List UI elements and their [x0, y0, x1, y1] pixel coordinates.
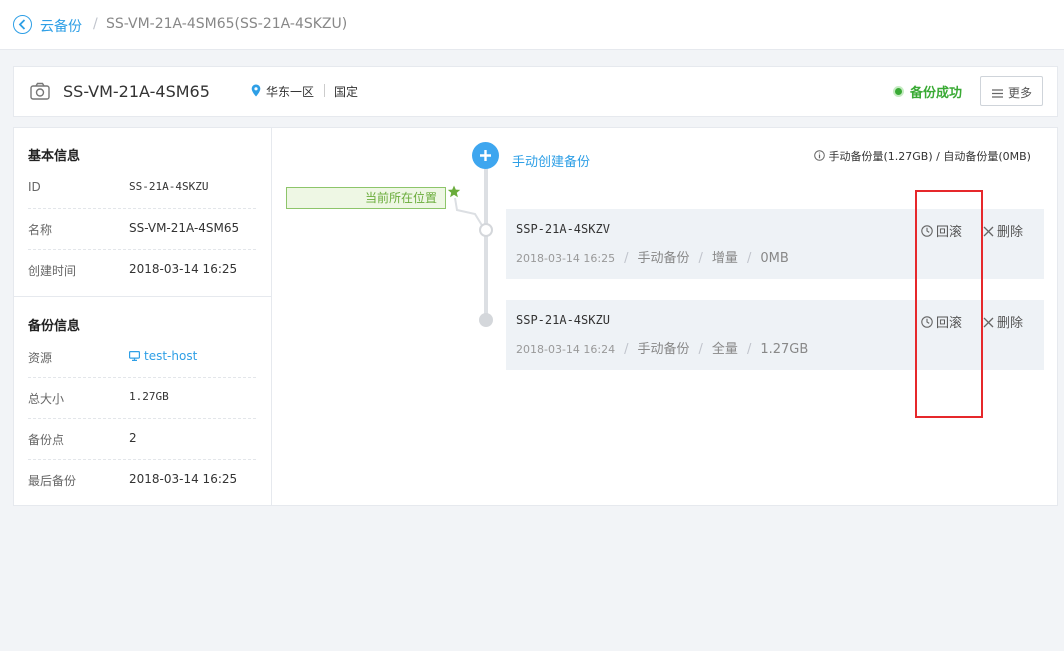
backup-mode: 手动备份 — [637, 342, 690, 357]
backup-meta: 2018-03-14 16:24/手动备份 / 全量/1.27GB — [516, 342, 809, 357]
delete-button[interactable]: 删除 — [983, 312, 1023, 331]
info-row-created: 创建时间 2018-03-14 16:25 — [28, 250, 256, 291]
current-position-tag: 当前所在位置 — [286, 187, 446, 209]
info-row-id: ID SS-21A-4SKZU — [28, 168, 256, 209]
info-value: SS-VM-21A-4SM65 — [129, 221, 240, 235]
info-sidebar: 基本信息 ID SS-21A-4SKZU 名称 SS-VM-21A-4SM65 … — [14, 128, 272, 505]
top-bar: 云备份 / SS-VM-21A-4SM65(SS-21A-4SKZU) — [0, 0, 1064, 50]
backup-size: 1.27GB — [760, 342, 809, 357]
info-row-last-backup: 最后备份 2018-03-14 16:25 — [28, 460, 256, 501]
status-dot-icon — [893, 86, 904, 97]
backup-name: SSP-21A-4SKZU — [516, 313, 610, 327]
location-pin-icon — [251, 84, 261, 100]
info-value: 2018-03-14 16:25 — [129, 472, 238, 486]
resource-link[interactable]: test-host — [129, 349, 197, 364]
info-value: 2 — [129, 431, 137, 445]
info-key: ID — [28, 180, 41, 194]
more-button-label: 更多 — [1008, 86, 1033, 100]
backup-meta: 2018-03-14 16:25/手动备份 / 增量/0MB — [516, 251, 789, 266]
info-row-backup-points: 备份点 2 — [28, 419, 256, 460]
info-key: 名称 — [28, 223, 53, 237]
breadcrumb-cloud-backup[interactable]: 云备份 — [40, 16, 82, 36]
info-icon — [814, 150, 825, 164]
info-row-name: 名称 SS-VM-21A-4SM65 — [28, 209, 256, 250]
backup-mode: 手动备份 — [637, 251, 690, 266]
plus-icon — [480, 150, 491, 161]
backup-time: 2018-03-14 16:25 — [516, 252, 616, 265]
info-value: 1.27GB — [129, 390, 169, 403]
header-divider — [324, 84, 325, 97]
info-key: 最后备份 — [28, 474, 77, 488]
highlight-box — [915, 190, 983, 418]
backup-quota: 手动备份量(1.27GB) / 自动备份量(0MB) — [814, 148, 1031, 164]
backup-kind: 全量 — [711, 342, 738, 357]
basic-info-title: 基本信息 — [28, 149, 81, 164]
info-key: 备份点 — [28, 433, 65, 447]
section-divider — [14, 296, 271, 297]
backup-name: SSP-21A-4SKZV — [516, 222, 610, 236]
close-icon — [983, 226, 994, 237]
host-header: SS-VM-21A-4SM65 华东一区 国定 备份成功 更多 — [13, 66, 1058, 117]
close-icon — [983, 317, 994, 328]
add-backup-button[interactable] — [472, 142, 499, 169]
timeline-track — [484, 160, 488, 320]
camera-icon — [30, 82, 50, 103]
timeline-node — [479, 313, 493, 327]
timeline-node — [479, 223, 493, 237]
backup-info-title: 备份信息 — [28, 319, 81, 334]
backup-size: 0MB — [760, 251, 789, 266]
back-icon[interactable] — [13, 15, 32, 34]
delete-label: 删除 — [997, 225, 1024, 240]
info-key: 创建时间 — [28, 264, 77, 278]
info-key: 总大小 — [28, 392, 65, 406]
host-tag: 国定 — [334, 85, 359, 99]
monitor-icon — [129, 350, 141, 364]
host-name: SS-VM-21A-4SM65 — [63, 82, 210, 101]
resource-link-label: test-host — [144, 349, 198, 363]
delete-button[interactable]: 删除 — [983, 221, 1023, 240]
region-label: 华东一区 — [266, 85, 315, 99]
info-row-total-size: 总大小 1.27GB — [28, 378, 256, 419]
info-value: 2018-03-14 16:25 — [129, 262, 238, 276]
status-badge: 备份成功 — [910, 86, 963, 101]
breadcrumb-current: SS-VM-21A-4SM65(SS-21A-4SKZU) — [106, 16, 348, 32]
info-key: 资源 — [28, 351, 53, 365]
breadcrumb-separator: / — [93, 16, 98, 32]
delete-label: 删除 — [997, 316, 1024, 331]
more-button[interactable]: 更多 — [980, 76, 1043, 106]
info-value: SS-21A-4SKZU — [129, 180, 209, 193]
backup-kind: 增量 — [711, 251, 738, 266]
backup-time: 2018-03-14 16:24 — [516, 343, 616, 356]
menu-icon — [992, 87, 1003, 101]
backup-quota-text: 手动备份量(1.27GB) / 自动备份量(0MB) — [828, 150, 1031, 163]
info-row-resource: 资源 test-host — [28, 337, 256, 378]
manual-backup-link[interactable]: 手动创建备份 — [512, 151, 590, 170]
